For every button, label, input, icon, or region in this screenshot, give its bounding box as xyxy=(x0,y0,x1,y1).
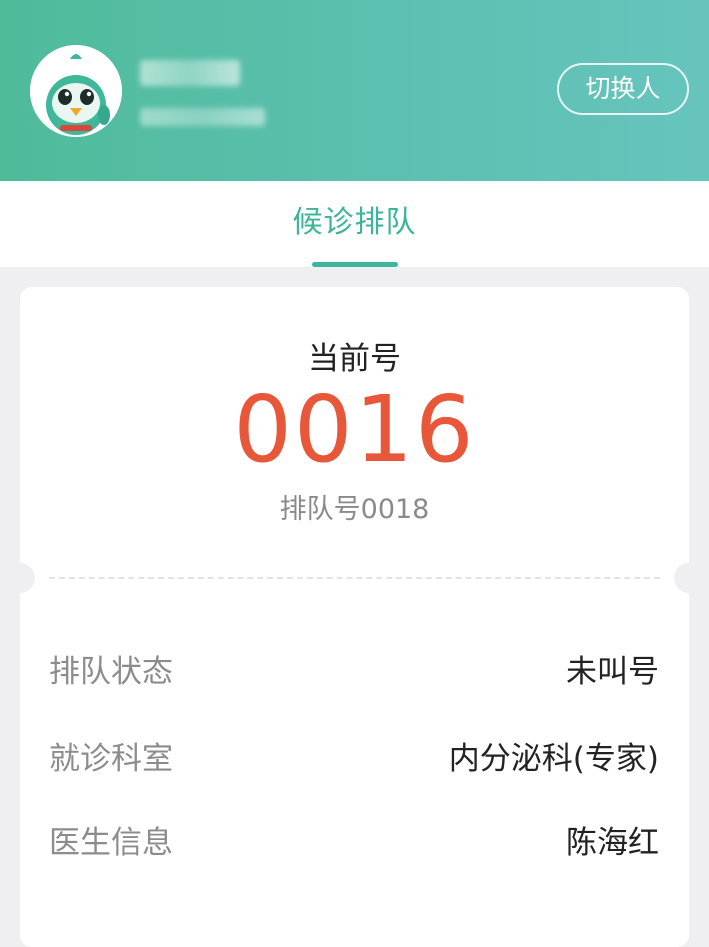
card-notch-left xyxy=(5,563,35,593)
queue-status-value: 未叫号 xyxy=(566,654,659,690)
user-info-blurred xyxy=(140,108,265,126)
tab-waiting-queue[interactable]: 候诊排队 xyxy=(0,181,709,265)
doctor-info-value: 陈海红 xyxy=(566,825,659,861)
avatar[interactable] xyxy=(30,45,122,137)
user-name-blurred xyxy=(140,60,240,86)
dashed-divider xyxy=(49,577,660,579)
switch-person-button[interactable]: 切换人 xyxy=(557,63,689,115)
card-notch-right xyxy=(674,563,704,593)
doctor-info-label: 医生信息 xyxy=(49,825,173,861)
department-label: 就诊科室 xyxy=(49,741,173,777)
queue-status-label: 排队状态 xyxy=(49,654,173,690)
department-value: 内分泌科(专家) xyxy=(448,741,659,777)
tab-active-indicator xyxy=(312,262,398,267)
profile-header: 切换人 xyxy=(0,0,709,181)
queue-number-text: 排队号0018 xyxy=(279,494,430,525)
bird-mascot-icon xyxy=(30,45,122,137)
current-number-value: 0016 xyxy=(233,376,476,483)
tab-bar: 候诊排队 xyxy=(0,181,709,267)
current-number-label: 当前号 xyxy=(308,341,401,377)
